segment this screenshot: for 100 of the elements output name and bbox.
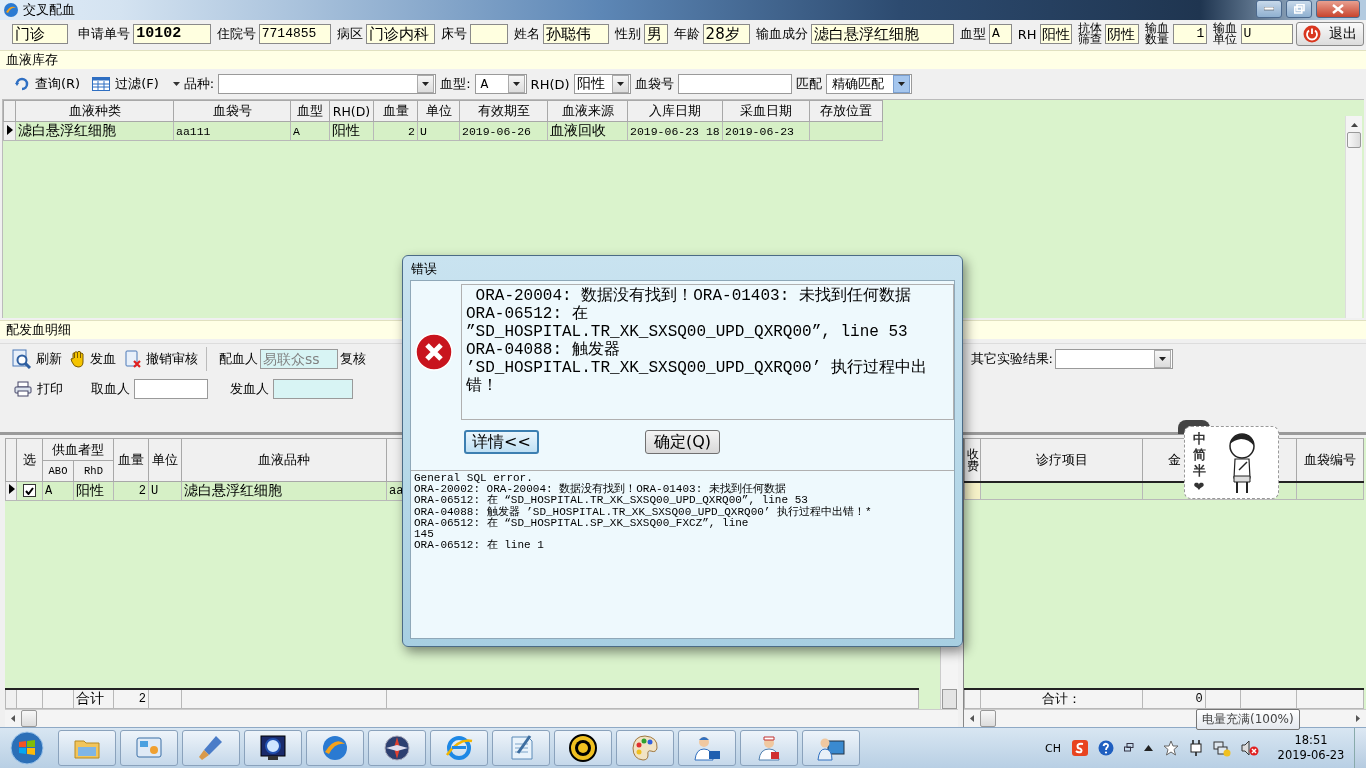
total-label: 合计： bbox=[980, 689, 1143, 709]
scroll-thumb[interactable] bbox=[980, 710, 996, 727]
info-field[interactable]: 门诊内科 bbox=[365, 24, 435, 44]
ime-status-label[interactable]: 中 bbox=[1192, 430, 1206, 447]
scroll-left-icon[interactable] bbox=[970, 715, 974, 722]
column-header[interactable]: 血量 bbox=[113, 438, 149, 482]
dialog-button[interactable]: 详情<< bbox=[464, 430, 539, 454]
info-field[interactable]: 阳性 bbox=[1039, 24, 1072, 44]
column-header[interactable]: 单位 bbox=[417, 100, 460, 122]
scroll-left-icon[interactable] bbox=[11, 715, 15, 722]
info-field[interactable]: 孙聪伟 bbox=[542, 24, 609, 44]
dialog-button[interactable]: 确定(Q) bbox=[645, 430, 720, 454]
ime-status-label[interactable]: 半 bbox=[1192, 462, 1206, 479]
column-header[interactable]: 金 bbox=[1167, 451, 1181, 469]
dropdown-arrow-icon bbox=[1159, 357, 1166, 361]
info-field[interactable]: 1 bbox=[1172, 24, 1208, 44]
dropdown-arrow-icon bbox=[422, 82, 430, 86]
clock-date[interactable]: 2019-06-23 bbox=[1277, 748, 1345, 763]
ime-panel[interactable]: 中 简 半 ❤ bbox=[1184, 426, 1279, 499]
column-header[interactable]: 选 bbox=[16, 438, 43, 482]
column-header[interactable]: 有效期至 bbox=[459, 100, 548, 122]
field-label: 年龄 bbox=[673, 25, 700, 43]
info-field[interactable]: 男 bbox=[643, 24, 668, 44]
info-field[interactable] bbox=[469, 24, 508, 44]
column-header[interactable]: 存放位置 bbox=[809, 100, 883, 122]
column-header[interactable]: 血液来源 bbox=[547, 100, 628, 122]
other-results-combo[interactable] bbox=[1055, 349, 1173, 369]
minimize-button[interactable] bbox=[1256, 0, 1282, 18]
network-icon[interactable] bbox=[1213, 739, 1231, 757]
info-field[interactable]: 7714855 bbox=[258, 24, 331, 44]
show-hidden-icons-icon[interactable] bbox=[1144, 745, 1153, 751]
match-combo[interactable]: 精确匹配 bbox=[825, 74, 912, 94]
taskbar-button[interactable] bbox=[368, 730, 426, 766]
refresh-button[interactable]: 刷新 bbox=[10, 347, 66, 371]
info-field[interactable]: 滤白悬浮红细胞 bbox=[811, 24, 955, 44]
field-label: 发血人 bbox=[230, 380, 269, 398]
section-title: 配发血明细 bbox=[6, 321, 71, 339]
plug-icon[interactable] bbox=[1189, 739, 1203, 757]
scroll-right-icon[interactable] bbox=[1356, 715, 1360, 722]
taskbar-button[interactable] bbox=[554, 730, 612, 766]
column-header[interactable]: 血型 bbox=[290, 100, 330, 122]
taskbar-button[interactable] bbox=[678, 730, 736, 766]
column-header[interactable]: 采血日期 bbox=[722, 100, 810, 122]
column-header[interactable]: 诊疗项目 bbox=[1035, 451, 1088, 469]
scroll-up-icon[interactable] bbox=[1350, 123, 1358, 127]
taskbar-button[interactable] bbox=[244, 730, 302, 766]
section-title: 血液库存 bbox=[6, 51, 58, 69]
scroll-thumb[interactable] bbox=[1347, 132, 1361, 148]
palette-icon bbox=[630, 733, 660, 763]
info-field[interactable]: 阴性 bbox=[1104, 24, 1140, 44]
issue-blood-button[interactable]: 发血 bbox=[68, 347, 120, 371]
variety-combo[interactable] bbox=[218, 74, 437, 94]
info-field[interactable]: 28岁 bbox=[702, 24, 751, 44]
checkbox[interactable] bbox=[23, 484, 36, 498]
info-field[interactable]: 10102 bbox=[133, 24, 211, 44]
swirl-logo-icon bbox=[3, 2, 19, 18]
input-method-icon[interactable] bbox=[1072, 740, 1088, 756]
blood-taker-field[interactable] bbox=[134, 379, 208, 399]
monitor-icon bbox=[258, 733, 288, 763]
print-button[interactable]: 打印 bbox=[12, 377, 69, 401]
window-restore-icon[interactable] bbox=[1124, 743, 1134, 753]
info-field[interactable]: U bbox=[1240, 24, 1293, 44]
column-header[interactable]: 血液种类 bbox=[15, 100, 174, 122]
column-header[interactable]: 血量 bbox=[373, 100, 418, 122]
column-header[interactable]: RH(D) bbox=[329, 100, 374, 122]
dropdown-caret-icon[interactable] bbox=[172, 82, 180, 86]
restore-icon bbox=[1293, 4, 1305, 14]
visit-type-field[interactable]: 门诊 bbox=[12, 24, 69, 44]
star-icon[interactable] bbox=[1163, 740, 1179, 756]
close-button[interactable] bbox=[1316, 0, 1360, 18]
printer-icon bbox=[14, 381, 32, 397]
info-field[interactable]: A bbox=[989, 24, 1012, 44]
field-label: 输血数量 bbox=[1145, 23, 1170, 45]
column-header[interactable]: 血液品种 bbox=[181, 438, 387, 482]
filter-button[interactable]: 过滤(F) bbox=[90, 72, 165, 96]
field-label: 品种: bbox=[183, 75, 215, 93]
rh-combo[interactable]: 阳性 bbox=[573, 74, 631, 94]
horizontal-scrollbar[interactable] bbox=[5, 709, 958, 727]
field-label: 性别 bbox=[614, 25, 641, 43]
help-icon[interactable] bbox=[1098, 740, 1114, 756]
muted-speaker-icon[interactable] bbox=[1241, 740, 1259, 756]
clock-time[interactable]: 18:51 bbox=[1294, 733, 1328, 748]
column-header[interactable]: 单位 bbox=[148, 438, 182, 482]
scroll-thumb[interactable] bbox=[21, 710, 37, 727]
blood-type-combo[interactable]: A bbox=[474, 74, 527, 94]
bag-number-field[interactable] bbox=[677, 74, 792, 94]
ime-status-label[interactable]: ❤ bbox=[1193, 478, 1205, 495]
ime-status-label[interactable]: 简 bbox=[1192, 446, 1206, 463]
query-button[interactable]: 查询(R) bbox=[12, 72, 87, 96]
maximize-button[interactable] bbox=[1286, 0, 1312, 18]
table-cell bbox=[964, 689, 981, 709]
cancel-review-button[interactable]: 撤销审核 bbox=[122, 347, 202, 371]
field-label: RH bbox=[1017, 26, 1037, 42]
language-indicator[interactable]: CH bbox=[1045, 741, 1061, 755]
exit-button[interactable]: 退出 bbox=[1296, 22, 1364, 46]
scroll-thumb[interactable] bbox=[942, 689, 957, 709]
column-header[interactable]: 血袋号 bbox=[173, 100, 291, 122]
battery-tooltip: 电量充满(100%) bbox=[1196, 709, 1300, 730]
column-header[interactable]: 入库日期 bbox=[627, 100, 723, 122]
vertical-scrollbar[interactable] bbox=[1345, 116, 1362, 318]
